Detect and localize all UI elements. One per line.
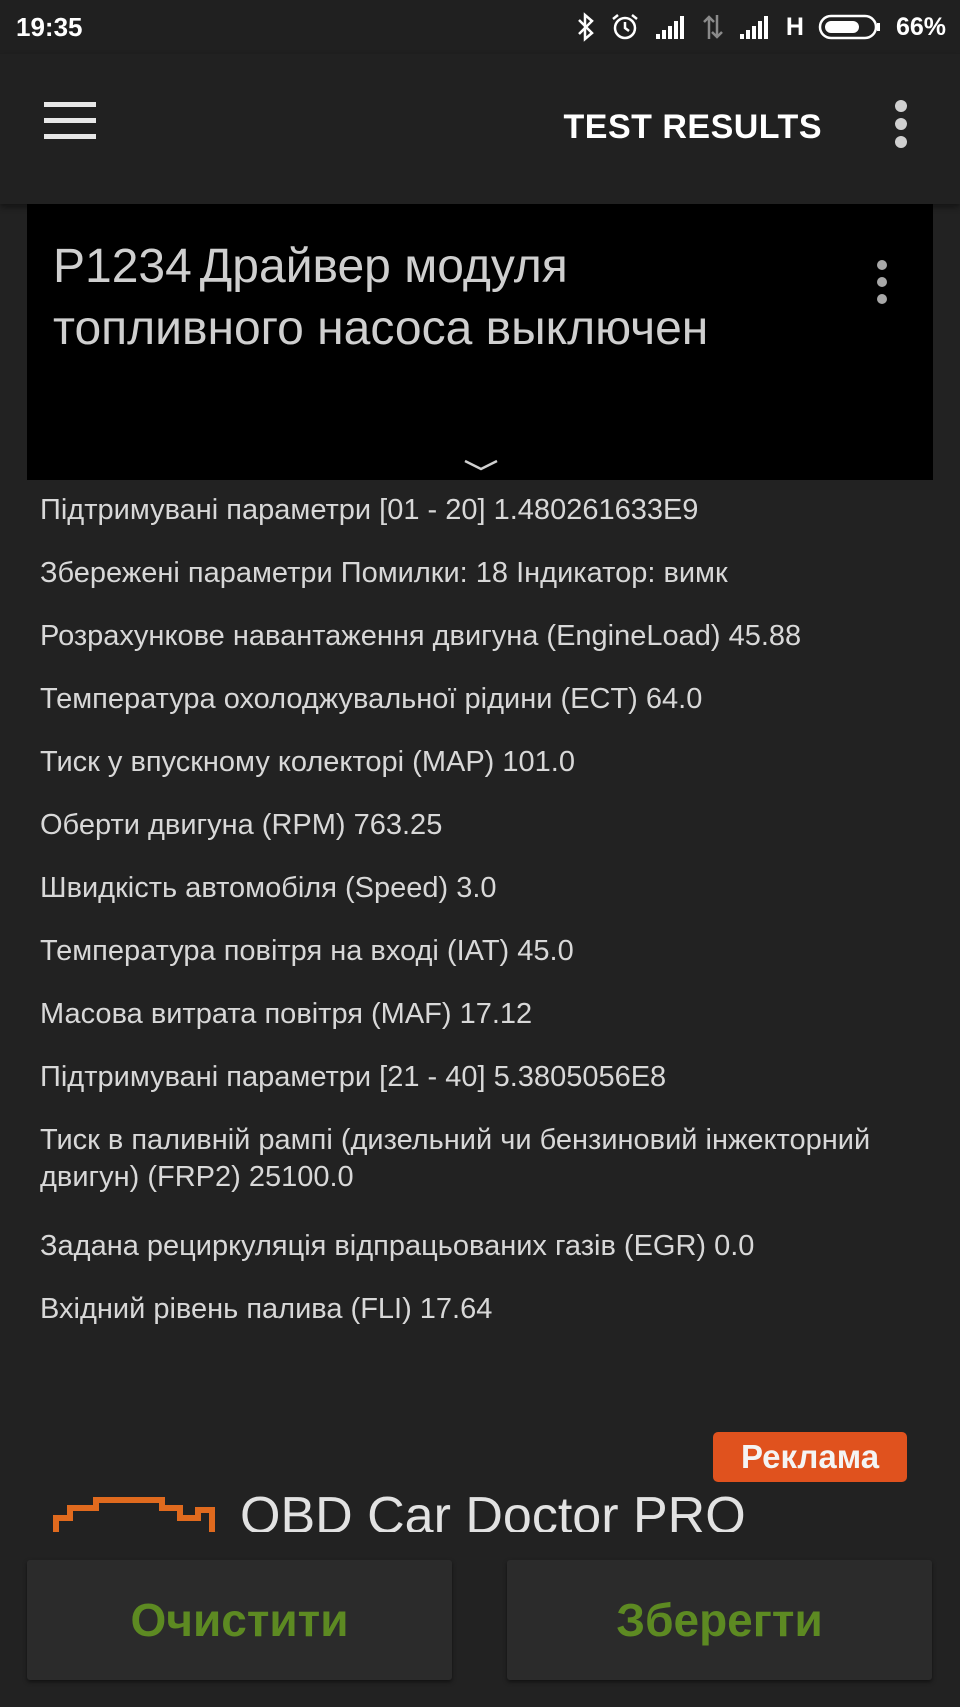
ad-title: OBD Car Doctor PRO: [240, 1487, 746, 1532]
parameter-item: Масова витрата повітря (MAF) 17.12: [40, 998, 533, 1030]
battery-percent: 66%: [895, 12, 946, 41]
network-type: H: [785, 12, 804, 41]
bottom-action-bar: Очистити Зберегти: [0, 1532, 960, 1707]
parameter-item: Вхідний рівень палива (FLI) 17.64: [40, 1293, 493, 1325]
parameter-item: Швидкість автомобіля (Speed) 3.0: [40, 872, 497, 904]
parameter-item: Температура повітря на вході (IAT) 45.0: [40, 935, 574, 967]
parameter-item: Підтримувані параметри [01 - 20] 1.48026…: [40, 494, 699, 526]
trouble-code-heading: P1234 Драйвер модуля топливного насоса вы…: [53, 236, 813, 360]
parameter-item: Температура охолоджувальної рідини (ECT)…: [40, 683, 703, 715]
signal-icon-2: [739, 16, 768, 39]
clear-button[interactable]: Очистити: [27, 1560, 452, 1680]
parameter-item: Тиск у впускному колекторі (MAP) 101.0: [40, 746, 575, 778]
status-bar: 19:35 H 66%: [0, 0, 960, 54]
alarm-icon: [612, 14, 638, 40]
battery-icon: [818, 14, 880, 40]
signal-icon: [655, 16, 684, 39]
app-bar: TEST RESULTS: [0, 54, 960, 204]
parameter-item: Збережені параметри Помилки: 18 Індикато…: [40, 557, 728, 589]
status-icons: H 66%: [576, 10, 946, 44]
data-transfer-icon: [703, 15, 723, 39]
more-vert-icon[interactable]: [890, 100, 912, 148]
parameter-list: Підтримувані параметри [01 - 20] 1.48026…: [40, 486, 920, 1348]
parameter-item: Тиск в паливній рампі (дизельний чи бенз…: [40, 1124, 871, 1193]
page-title: TEST RESULTS: [563, 108, 822, 146]
bluetooth-icon: [578, 12, 594, 42]
trouble-code-id: P1234: [53, 240, 192, 293]
trouble-code-card: P1234 Драйвер модуля топливного насоса вы…: [27, 204, 933, 480]
status-time: 19:35: [16, 12, 83, 42]
card-more-vert-icon[interactable]: [871, 260, 893, 306]
parameter-item: Оберти двигуна (RPM) 763.25: [40, 809, 443, 841]
ad-badge: Реклама: [713, 1432, 907, 1482]
chevron-down-icon[interactable]: [461, 458, 501, 472]
ad-banner[interactable]: OBD Car Doctor PRO: [0, 1480, 960, 1532]
parameter-item: Задана рециркуляція відпрацьованих газів…: [40, 1230, 755, 1262]
engine-icon: [53, 1497, 215, 1532]
parameter-item: Розрахункове навантаження двигуна (Engin…: [40, 620, 802, 652]
parameter-item: Підтримувані параметри [21 - 40] 5.38050…: [40, 1061, 667, 1093]
hamburger-menu-icon[interactable]: [44, 102, 98, 142]
save-button[interactable]: Зберегти: [507, 1560, 932, 1680]
